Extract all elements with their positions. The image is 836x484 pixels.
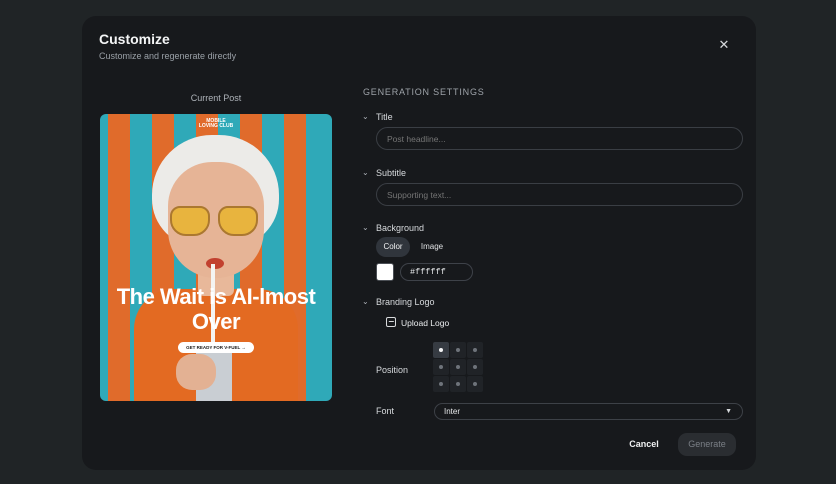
branding-logo-label: Branding Logo	[376, 297, 435, 307]
position-dot	[439, 382, 443, 386]
position-top-right[interactable]	[467, 342, 483, 358]
poster-sunglass-left	[170, 206, 210, 236]
subtitle-label: Subtitle	[376, 168, 407, 178]
color-swatch[interactable]	[376, 263, 394, 281]
position-bottom-left[interactable]	[433, 376, 449, 392]
position-bottom-center[interactable]	[450, 376, 466, 392]
poster-lips	[206, 258, 224, 269]
modal-subtitle: Customize and regenerate directly	[99, 51, 237, 61]
tab-image[interactable]: Image	[414, 237, 450, 257]
font-select[interactable]: Inter ▼	[434, 403, 743, 420]
position-top-center[interactable]	[450, 342, 466, 358]
font-select-value: Inter	[444, 407, 461, 416]
poster-logo-text: MOBILE LOVING CLUB	[198, 118, 234, 129]
current-post-preview: MOBILE LOVING CLUB The Wait is AI-lmost …	[100, 114, 332, 401]
poster-stripe	[108, 114, 130, 401]
background-label: Background	[376, 223, 425, 233]
chevron-down-icon[interactable]: ⌄	[362, 297, 369, 306]
position-dot	[456, 348, 460, 352]
position-dot	[473, 365, 477, 369]
cancel-button[interactable]: Cancel	[622, 435, 666, 453]
position-middle-right[interactable]	[467, 359, 483, 375]
title-input[interactable]	[376, 127, 743, 150]
customize-modal: Customize Customize and regenerate direc…	[82, 16, 756, 470]
color-hex-input[interactable]: #ffffff	[400, 263, 473, 281]
position-dot	[473, 382, 477, 386]
position-dot	[456, 382, 460, 386]
chevron-down-icon[interactable]: ⌄	[362, 223, 369, 232]
image-upload-icon	[386, 317, 396, 327]
poster-sunglass-right	[218, 206, 258, 236]
generation-settings-heading: GENERATION SETTINGS	[363, 87, 485, 97]
position-dot	[439, 365, 443, 369]
current-post-label: Current Post	[190, 93, 242, 103]
position-middle-center[interactable]	[450, 359, 466, 375]
poster-hand	[176, 354, 216, 390]
upload-logo-button[interactable]: Upload Logo	[386, 316, 449, 330]
position-middle-left[interactable]	[433, 359, 449, 375]
upload-logo-label: Upload Logo	[401, 318, 450, 328]
position-dot	[473, 348, 477, 352]
poster-cta: GET READY FOR V-FUEL →	[178, 342, 254, 353]
logo-position-grid	[433, 342, 483, 392]
chevron-down-icon[interactable]: ⌄	[362, 168, 369, 177]
tab-color[interactable]: Color	[376, 237, 410, 257]
generate-button[interactable]: Generate	[678, 433, 736, 456]
position-bottom-right[interactable]	[467, 376, 483, 392]
chevron-down-icon[interactable]: ⌄	[362, 112, 369, 121]
title-label: Title	[376, 112, 393, 122]
position-top-left[interactable]	[433, 342, 449, 358]
font-label: Font	[376, 406, 395, 416]
subtitle-input[interactable]	[376, 183, 743, 206]
chevron-down-icon: ▼	[725, 408, 732, 415]
close-icon[interactable]: ✕	[716, 37, 732, 53]
position-dot	[439, 348, 443, 352]
poster-headline: The Wait is AI-lmost Over	[116, 284, 316, 334]
position-label: Position	[376, 365, 409, 375]
position-dot	[456, 365, 460, 369]
modal-title: Customize	[99, 31, 170, 47]
